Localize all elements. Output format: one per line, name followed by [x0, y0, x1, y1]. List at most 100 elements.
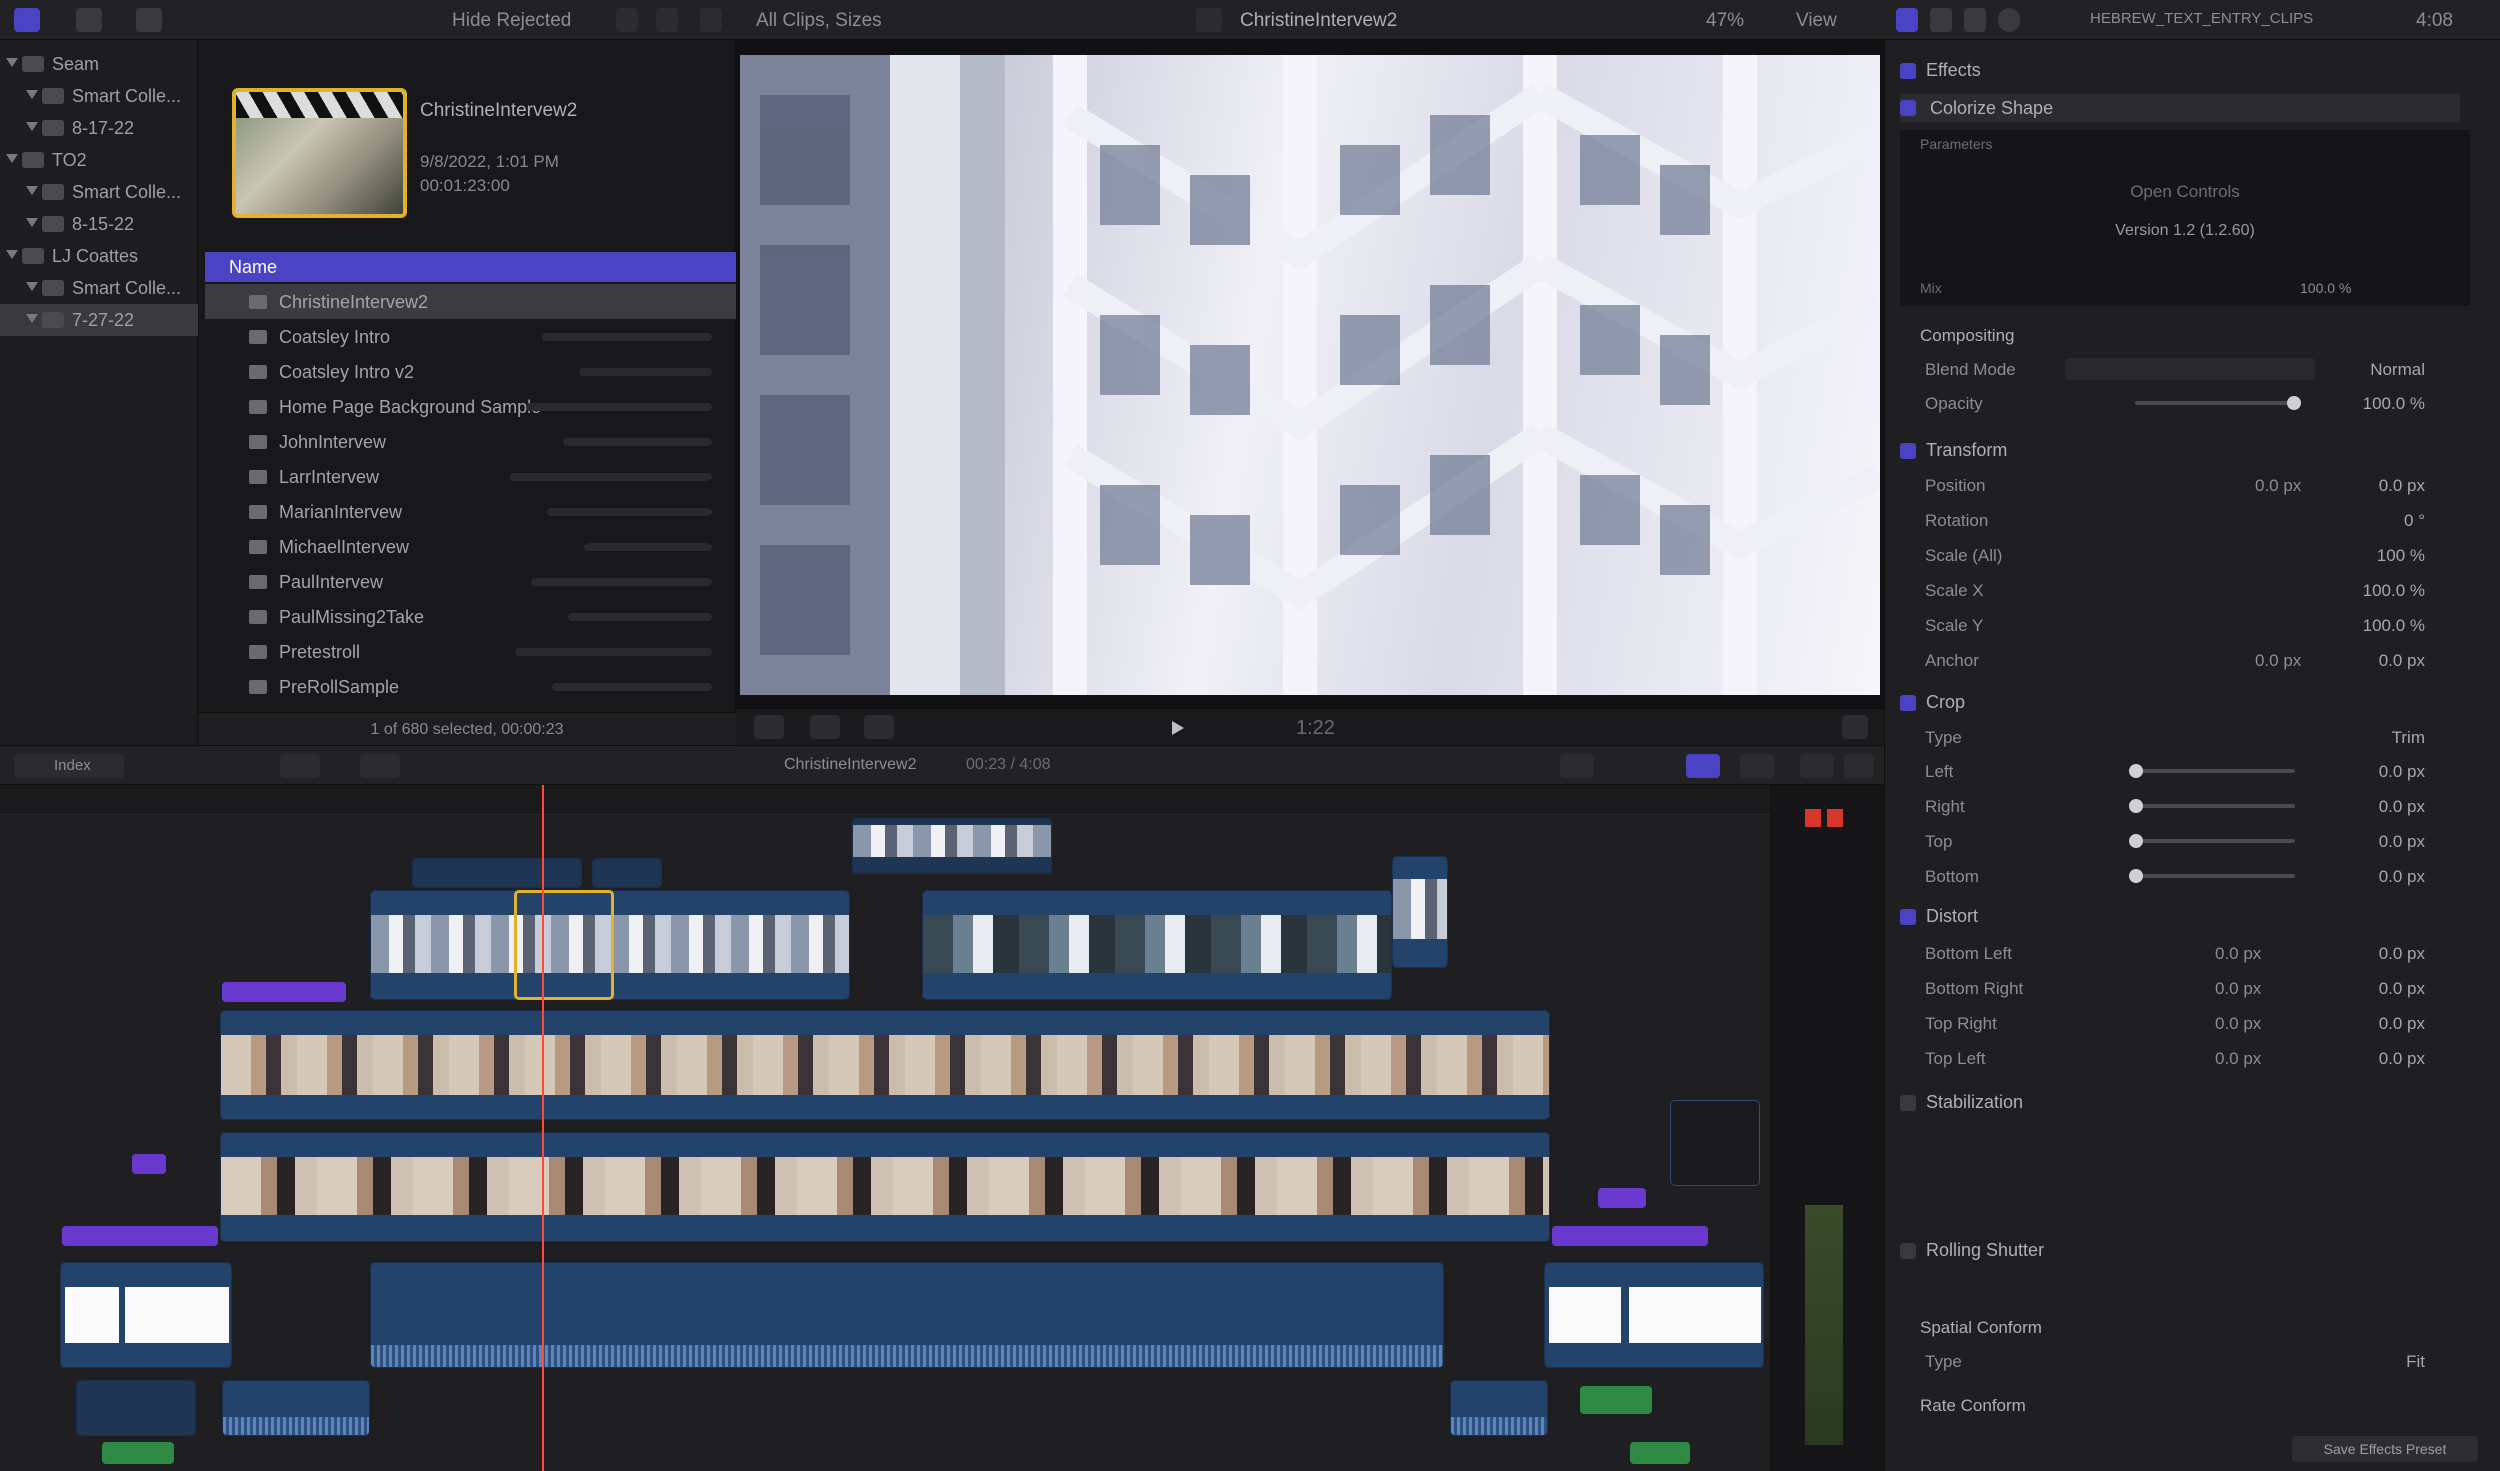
save-effects-preset-button[interactable]: Save Effects Preset — [2292, 1436, 2478, 1462]
effects-section[interactable]: Effects — [1900, 60, 1981, 81]
connected-clip[interactable] — [412, 858, 582, 888]
distort-section[interactable]: Distort — [1900, 906, 1978, 927]
browser-list-item[interactable]: ChristineIntervew2 — [205, 284, 736, 319]
opacity-knob[interactable] — [2287, 396, 2301, 410]
fullscreen-icon[interactable] — [1842, 715, 1868, 739]
distort-row-y[interactable]: 0.0 px — [2379, 1014, 2425, 1034]
audio-clip[interactable] — [1450, 1380, 1548, 1436]
disclosure-icon[interactable] — [6, 154, 18, 163]
library-item[interactable]: 7-27-22 — [0, 304, 198, 336]
forward-icon[interactable] — [360, 754, 400, 778]
back-icon[interactable] — [280, 754, 320, 778]
titles-icon[interactable] — [136, 8, 162, 32]
library-item[interactable]: Seam — [0, 48, 198, 80]
speed-icon[interactable] — [864, 715, 894, 739]
opacity-slider[interactable] — [2135, 401, 2295, 405]
info-inspector-icon[interactable] — [1998, 8, 2020, 32]
color-inspector-icon[interactable] — [1930, 8, 1952, 32]
interview-clip[interactable] — [220, 1010, 1550, 1120]
compositing-section[interactable]: Compositing — [1920, 326, 2015, 346]
browser-list-item[interactable]: LarrIntervew — [205, 459, 736, 494]
enhance-icon[interactable] — [810, 715, 840, 739]
crop-knob[interactable] — [2129, 764, 2143, 778]
distort-checkbox[interactable] — [1900, 909, 1916, 926]
playhead[interactable] — [542, 785, 544, 1471]
music-clip[interactable] — [1580, 1386, 1652, 1414]
disclosure-icon[interactable] — [6, 250, 18, 259]
browser-list-item[interactable]: PaulMissing2Take — [205, 599, 736, 634]
list-header-name[interactable]: Name — [205, 252, 736, 282]
effects-checkbox[interactable] — [1900, 63, 1916, 80]
browser-list-item[interactable]: Home Page Background Sample — [205, 389, 736, 424]
connected-clip[interactable] — [852, 818, 1052, 874]
spatial-conform-section[interactable]: Spatial Conform — [1920, 1318, 2042, 1338]
title-clip[interactable] — [62, 1226, 218, 1246]
crop-row-value[interactable]: 0.0 px — [2379, 797, 2425, 817]
stabilization-section[interactable]: Stabilization — [1900, 1092, 2023, 1113]
effects-browser-icon[interactable] — [1800, 754, 1834, 778]
disclosure-icon[interactable] — [26, 90, 38, 99]
distort-row-x[interactable]: 0.0 px — [2215, 1014, 2261, 1034]
connected-clip[interactable] — [1392, 856, 1448, 968]
transform-tool-icon[interactable] — [754, 715, 784, 739]
transform-row-y[interactable]: 0 ° — [2404, 511, 2425, 531]
browser-list-item[interactable]: Coatsley Intro v2 — [205, 354, 736, 389]
transform-row-x[interactable]: 0.0 px — [2255, 651, 2301, 671]
crop-knob[interactable] — [2129, 869, 2143, 883]
crop-knob[interactable] — [2129, 799, 2143, 813]
rate-conform-section[interactable]: Rate Conform — [1920, 1396, 2026, 1416]
clip-appearance-icon[interactable] — [1740, 754, 1774, 778]
distort-row-y[interactable]: 0.0 px — [2379, 1049, 2425, 1069]
distort-row-x[interactable]: 0.0 px — [2215, 944, 2261, 964]
filter-popup[interactable]: Hide Rejected — [452, 10, 571, 32]
music-clip[interactable] — [102, 1442, 174, 1464]
transform-row-y[interactable]: 100.0 % — [2363, 616, 2425, 636]
browser-list-item[interactable]: Pretestroll — [205, 634, 736, 669]
crop-slider[interactable] — [2135, 839, 2295, 843]
library-item[interactable]: TO2 — [0, 144, 198, 176]
disclosure-icon[interactable] — [26, 282, 38, 291]
disclosure-icon[interactable] — [26, 218, 38, 227]
library-item[interactable]: Smart Colle... — [0, 80, 198, 112]
interview-clip-angle-b[interactable] — [220, 1132, 1550, 1242]
disclosure-icon[interactable] — [26, 122, 38, 131]
view-options-icon[interactable] — [616, 8, 638, 32]
timeline-index-button[interactable]: Index — [14, 754, 124, 778]
blend-mode-value[interactable]: Normal — [2370, 360, 2425, 380]
timeline-ruler[interactable] — [0, 785, 1770, 815]
view-popup[interactable]: View — [1796, 10, 1837, 32]
title-clip[interactable] — [222, 982, 346, 1002]
white-title-clip[interactable] — [1544, 1262, 1764, 1368]
project-name[interactable]: ChristineIntervew2 — [784, 756, 917, 774]
disclosure-icon[interactable] — [26, 314, 38, 323]
clip-thumbnail[interactable] — [232, 88, 407, 218]
crop-checkbox[interactable] — [1900, 695, 1916, 712]
mix-value[interactable]: 100.0 % — [2300, 280, 2351, 296]
zoom-popup[interactable]: 47% — [1706, 10, 1744, 32]
distort-row-x[interactable]: 0.0 px — [2215, 979, 2261, 999]
effect-header[interactable]: Colorize Shape — [1900, 94, 2460, 122]
video-inspector-icon[interactable] — [1896, 8, 1918, 32]
library-item[interactable]: Smart Colle... — [0, 272, 198, 304]
distort-row-y[interactable]: 0.0 px — [2379, 979, 2425, 999]
crop-slider[interactable] — [2135, 769, 2295, 773]
browser-list-item[interactable]: PreRollSample — [205, 669, 736, 704]
search-icon[interactable] — [700, 8, 722, 32]
browser-list-item[interactable]: Coatsley Intro — [205, 319, 736, 354]
gear-icon[interactable] — [656, 8, 678, 32]
library-item[interactable]: 8-17-22 — [0, 112, 198, 144]
browser-list-item[interactable]: JohnIntervew — [205, 424, 736, 459]
white-title-clip[interactable] — [60, 1262, 232, 1368]
snapping-icon[interactable] — [1560, 754, 1594, 778]
audio-clip[interactable] — [76, 1380, 196, 1436]
transform-row-x[interactable]: 0.0 px — [2255, 476, 2301, 496]
skimming-icon[interactable] — [1686, 754, 1720, 778]
library-item[interactable]: 8-15-22 — [0, 208, 198, 240]
crop-section[interactable]: Crop — [1900, 692, 1965, 713]
library-item[interactable]: LJ Coattes — [0, 240, 198, 272]
libraries-icon[interactable] — [14, 8, 40, 32]
browser-list-item[interactable]: PaulIntervew — [205, 564, 736, 599]
transform-row-y[interactable]: 100 % — [2377, 546, 2425, 566]
transform-row-y[interactable]: 100.0 % — [2363, 581, 2425, 601]
crop-row-value[interactable]: 0.0 px — [2379, 867, 2425, 887]
